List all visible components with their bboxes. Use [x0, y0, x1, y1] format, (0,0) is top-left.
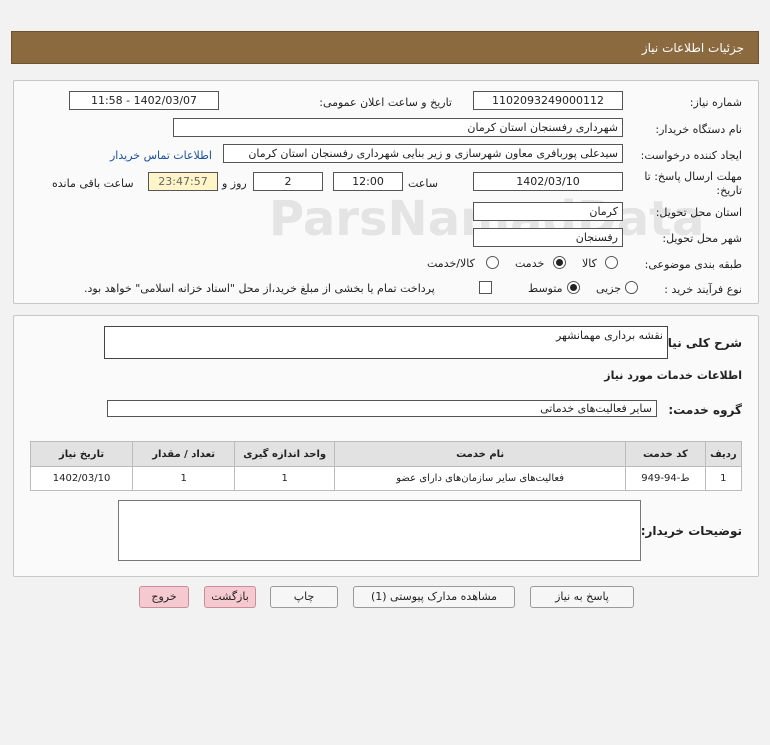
announce-field: 1402/03/07 - 11:58 — [69, 91, 219, 110]
city-field: رفسنجان — [473, 228, 623, 247]
buyer-org-field: شهرداری رفسنجان استان کرمان — [173, 118, 623, 137]
service-group-label: گروه خدمت: — [668, 403, 742, 417]
category-option-goods: کالا — [582, 257, 597, 270]
col-service-code: کد خدمت — [625, 441, 706, 467]
province-label: استان محل تحویل: — [655, 206, 742, 219]
service-group-field: سایر فعالیت‌های خدماتی — [107, 400, 657, 417]
creator-label: ایجاد کننده درخواست: — [640, 149, 742, 162]
table-header-row: ردیف کد خدمت نام خدمت واحد اندازه گیری ت… — [29, 441, 743, 467]
buyer-notes-label: توضیحات خریدار: — [640, 524, 742, 538]
buyer-org-label: نام دستگاه خریدار: — [655, 123, 742, 136]
buyer-contact-link[interactable]: اطلاعات تماس خریدار — [110, 149, 212, 162]
col-quantity: تعداد / مقدار — [132, 441, 236, 467]
payment-note: پرداخت تمام یا بخشی از مبلغ خرید،از محل … — [84, 282, 435, 295]
services-heading: اطلاعات خدمات مورد نیاز — [604, 369, 742, 382]
category-label: طبقه بندی موضوعی: — [644, 258, 742, 271]
services-table: ردیف کد خدمت نام خدمت واحد اندازه گیری ت… — [29, 441, 743, 491]
process-radio-medium[interactable] — [567, 281, 580, 294]
creator-field: سیدعلی پوربافری معاون شهرسازی و زیر بنای… — [223, 144, 623, 163]
table-row: 1 ط-94-949 فعالیت‌های سایر سازمان‌های دا… — [29, 466, 743, 491]
category-radio-goods[interactable] — [605, 256, 618, 269]
announce-label: تاریخ و ساعت اعلان عمومی: — [319, 96, 452, 109]
exit-button[interactable]: خروج — [139, 586, 189, 608]
deadline-label-date: تاریخ: — [716, 184, 742, 197]
cell-need-date: 1402/03/10 — [29, 466, 134, 491]
cell-quantity: 1 — [132, 466, 236, 491]
remaining-time-field: 23:47:57 — [148, 172, 218, 191]
process-label: نوع فرآیند خرید : — [664, 283, 742, 296]
cell-service-code: ط-94-949 — [625, 466, 706, 491]
need-number-field: 1102093249000112 — [473, 91, 623, 110]
city-label: شهر محل تحویل: — [662, 232, 742, 245]
col-row: ردیف — [704, 441, 743, 467]
col-service-name: نام خدمت — [334, 441, 627, 467]
need-number-label: شماره نیاز: — [689, 96, 742, 109]
cell-row: 1 — [704, 466, 743, 491]
process-option-medium: متوسط — [528, 282, 563, 295]
category-radio-service[interactable] — [553, 256, 566, 269]
province-field: کرمان — [473, 202, 623, 221]
summary-field: نقشه برداری مهمانشهر — [104, 326, 668, 359]
cell-service-name: فعالیت‌های سایر سازمان‌های دارای عضو — [334, 466, 627, 491]
days-label: روز و — [222, 177, 247, 190]
print-button[interactable]: چاپ — [270, 586, 338, 608]
process-option-minor: جزیی — [596, 282, 622, 295]
deadline-label: مهلت ارسال پاسخ: تا — [644, 170, 742, 183]
back-button[interactable]: بازگشت — [204, 586, 256, 608]
process-radio-minor[interactable] — [625, 281, 638, 294]
deadline-date-field: 1402/03/10 — [473, 172, 623, 191]
summary-label: شرح کلی نیاز: — [656, 336, 742, 350]
col-need-date: تاریخ نیاز — [29, 441, 134, 467]
cell-unit: 1 — [234, 466, 336, 491]
remaining-label: ساعت باقی مانده — [52, 177, 134, 190]
col-unit: واحد اندازه گیری — [234, 441, 336, 467]
view-documents-button[interactable]: مشاهده مدارک پیوستی (1) — [353, 586, 515, 608]
category-option-goods-service: کالا/خدمت — [427, 257, 475, 270]
days-field: 2 — [253, 172, 323, 191]
deadline-time-field: 12:00 — [333, 172, 403, 191]
category-option-service: خدمت — [515, 257, 545, 270]
category-radio-goods-service[interactable] — [486, 256, 499, 269]
page-title: جزئیات اطلاعات نیاز — [641, 41, 744, 55]
treasury-payment-checkbox[interactable] — [479, 281, 492, 294]
reply-button[interactable]: پاسخ به نیاز — [530, 586, 634, 608]
deadline-time-label: ساعت — [408, 177, 438, 190]
buyer-notes-field — [118, 500, 641, 561]
page-header: جزئیات اطلاعات نیاز — [11, 31, 759, 64]
